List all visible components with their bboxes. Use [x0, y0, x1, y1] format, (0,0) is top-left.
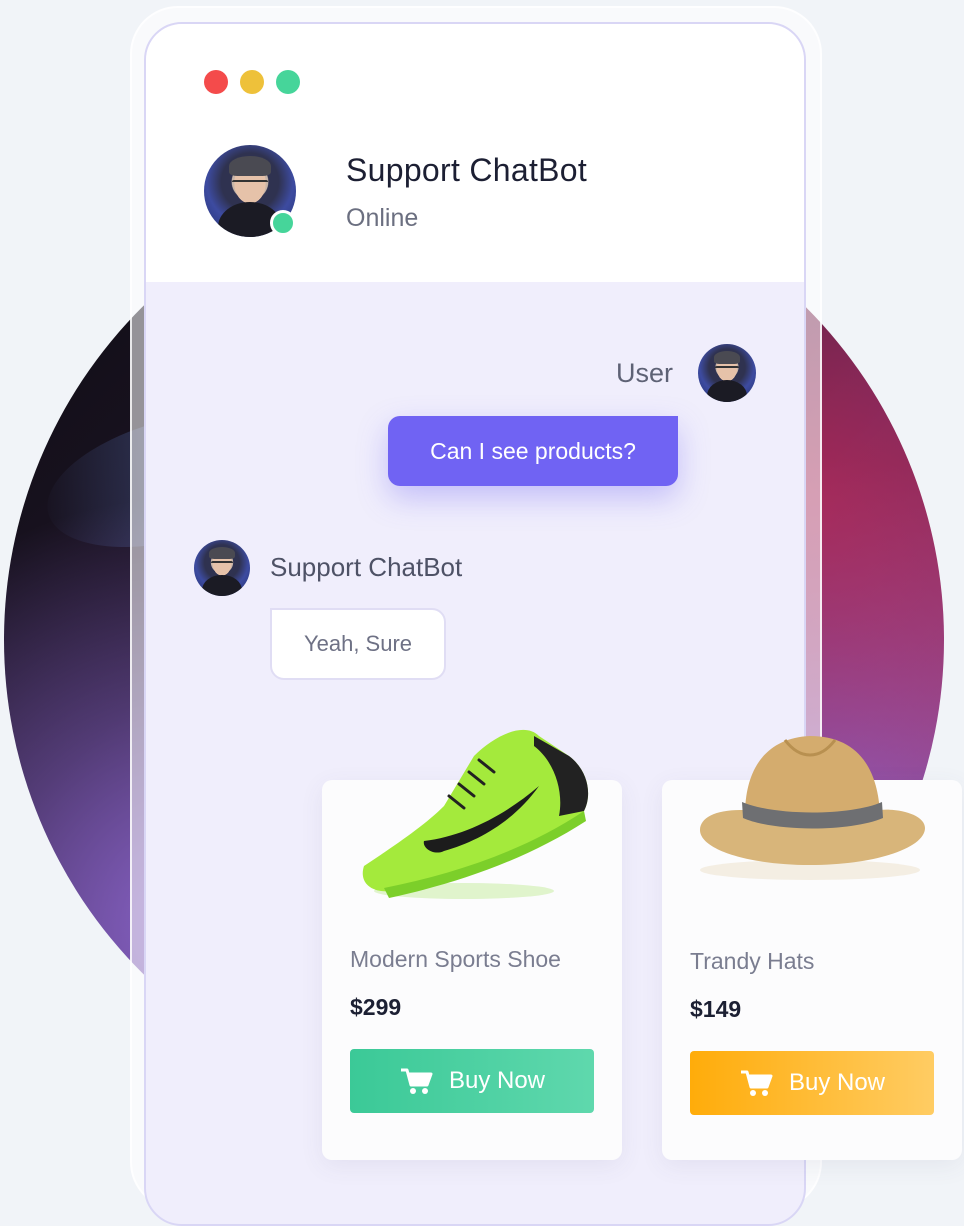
shoe-image — [362, 729, 589, 899]
maximize-window-button[interactable] — [276, 70, 300, 94]
buy-now-button[interactable]: Buy Now — [350, 1049, 594, 1113]
bot-message-avatar — [194, 540, 250, 596]
cart-icon — [740, 1070, 773, 1096]
online-status-dot — [270, 210, 296, 236]
bot-status: Online — [346, 204, 419, 232]
bot-message-bubble: Yeah, Sure — [270, 608, 446, 680]
product-name: Modern Sports Shoe — [350, 946, 561, 972]
cart-icon — [400, 1068, 433, 1094]
user-avatar — [698, 344, 756, 402]
product-name: Trandy Hats — [690, 948, 815, 974]
hat-image — [700, 736, 925, 880]
close-window-button[interactable] — [204, 70, 228, 94]
user-message-sender: User — [616, 358, 674, 388]
chat-header: Support ChatBot Online — [146, 24, 804, 282]
buy-now-label: Buy Now — [788, 1069, 886, 1096]
buy-now-button[interactable]: Buy Now — [690, 1051, 934, 1115]
bot-name: Support ChatBot — [346, 152, 588, 188]
product-price: $149 — [690, 996, 742, 1022]
minimize-window-button[interactable] — [240, 70, 264, 94]
product-price: $299 — [350, 994, 402, 1020]
buy-now-label: Buy Now — [448, 1067, 546, 1094]
user-message-bubble: Can I see products? — [388, 416, 678, 486]
bot-message-sender: Support ChatBot — [270, 552, 463, 582]
